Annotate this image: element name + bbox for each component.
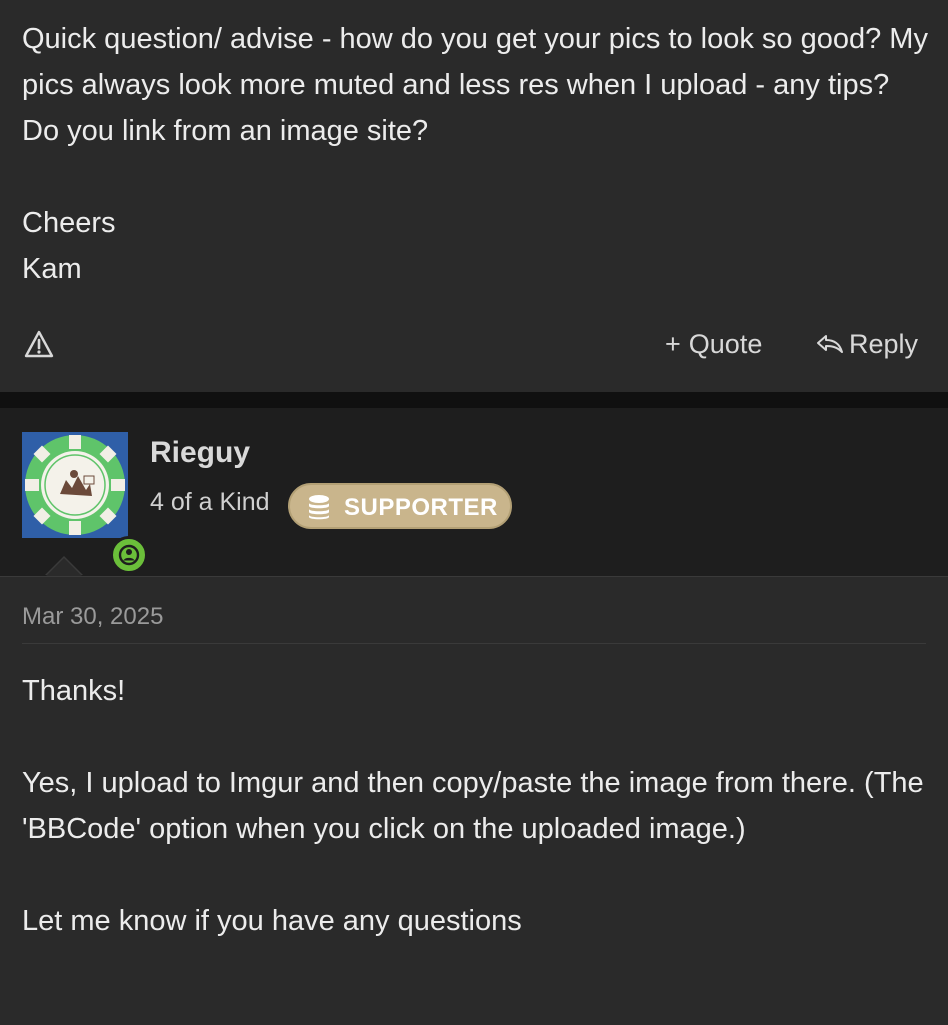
quote-button[interactable]: + Quote — [665, 324, 762, 364]
post-content: Mar 30, 2025 Thanks! Yes, I upload to Im… — [0, 576, 948, 1025]
reply-button[interactable]: Reply — [815, 324, 918, 364]
post-date[interactable]: Mar 30, 2025 — [22, 603, 163, 631]
reply-label: Reply — [849, 329, 919, 359]
post-paragraph: Yes, I upload to Imgur and then copy/pas… — [22, 767, 924, 845]
avatar[interactable] — [22, 432, 148, 574]
coin-stack-icon — [309, 495, 329, 520]
previous-post-signoff: Cheers — [22, 207, 116, 239]
post-closing: Let me know if you have any questions — [22, 905, 522, 937]
username[interactable]: Rieguy — [150, 436, 250, 470]
online-user-icon — [118, 544, 140, 566]
previous-post-paragraph: Quick question/ advise - how do you get … — [22, 23, 928, 147]
message-pointer — [46, 558, 82, 576]
post-greeting: Thanks! — [22, 675, 126, 707]
supporter-badge: SUPPORTER — [288, 483, 512, 529]
previous-post-signature: Kam — [22, 253, 82, 285]
post-divider — [0, 392, 948, 408]
post-author-header: Rieguy 4 of a Kind SUPPORTER — [0, 408, 948, 576]
user-title: 4 of a Kind — [150, 488, 270, 516]
post-body: Thanks! Yes, I upload to Imgur and then … — [22, 668, 932, 944]
supporter-badge-label: SUPPORTER — [344, 494, 498, 521]
previous-post: Quick question/ advise - how do you get … — [0, 0, 948, 392]
reply-arrow-icon — [817, 335, 843, 353]
warning-triangle-icon[interactable] — [24, 330, 54, 358]
poker-chip-avatar — [22, 432, 128, 538]
plus-icon: + — [665, 329, 681, 359]
previous-post-body: Quick question/ advise - how do you get … — [22, 16, 932, 292]
quote-label: Quote — [688, 329, 763, 359]
date-separator — [22, 643, 926, 644]
online-status-badge — [110, 536, 148, 574]
